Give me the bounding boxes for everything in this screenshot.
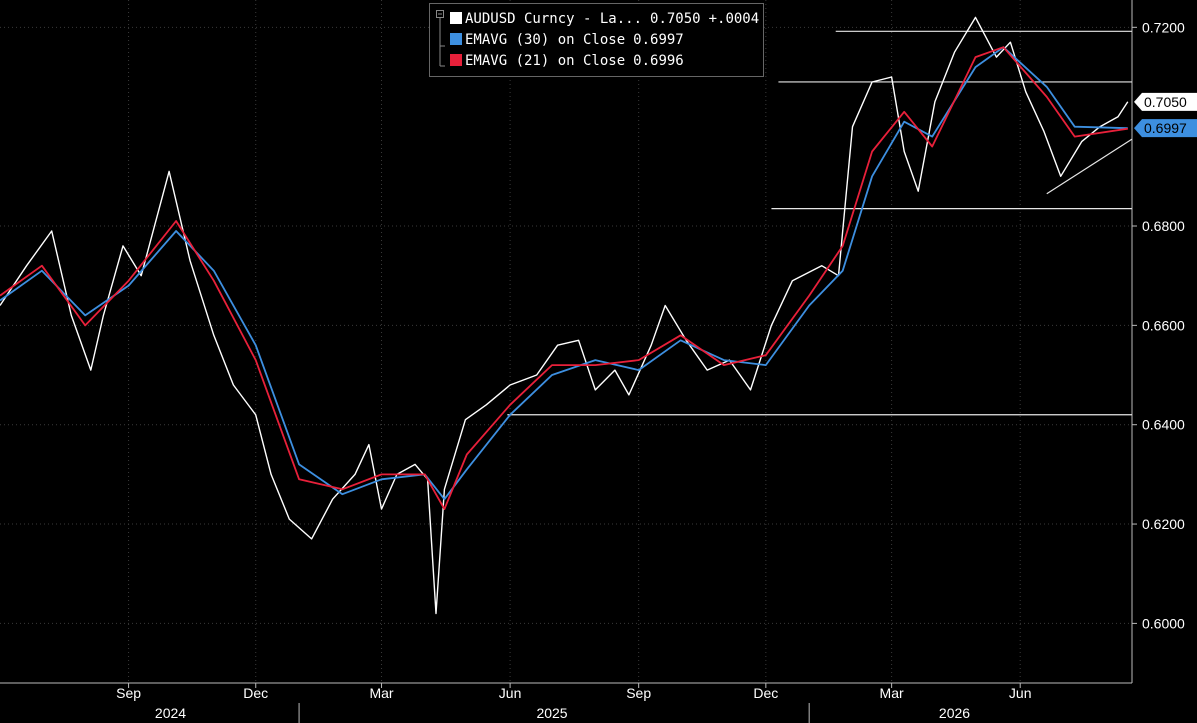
- x-tick-label-1: Dec: [243, 685, 268, 701]
- legend-value-ema21: 0.6996: [633, 53, 684, 69]
- x-tick-label-0: Sep: [116, 685, 141, 701]
- price-label-text-1: 0.6997: [1144, 120, 1187, 136]
- y-tick-label-3: 0.6400: [1142, 417, 1185, 433]
- y-tick-label-2: 0.6600: [1142, 317, 1185, 333]
- trendline-4: [1046, 138, 1133, 195]
- legend-swatch-ema21: [450, 54, 462, 66]
- series-line-1: [0, 46, 1128, 501]
- x-tick-label-4: Sep: [626, 685, 651, 701]
- x-tick-label-7: Jun: [1009, 685, 1032, 701]
- legend-name-audusd: AUDUSD Curncy - La...: [465, 11, 643, 27]
- legend-item-ema30[interactable]: EMAVG (30) on Close 0.6997: [450, 31, 684, 49]
- legend-name-ema30: EMAVG (30) on Close: [465, 32, 626, 48]
- price-label-1: 0.6997: [1134, 119, 1197, 138]
- x-tick-label-3: Jun: [499, 685, 522, 701]
- legend-value-audusd: 0.7050: [650, 11, 701, 27]
- x-tick-label-2: Mar: [369, 685, 393, 701]
- chart-series: [0, 16, 1129, 615]
- price-label-text-0: 0.7050: [1144, 94, 1187, 110]
- y-tick-label-0: 0.7200: [1142, 19, 1185, 35]
- legend-swatch-audusd: [450, 12, 462, 24]
- price-label-0: 0.7050: [1134, 92, 1197, 111]
- legend-item-ema21[interactable]: EMAVG (21) on Close 0.6996: [450, 52, 684, 70]
- year-label-2: 2026: [939, 705, 970, 721]
- x-tick-label-6: Mar: [880, 685, 904, 701]
- series-line-2: [0, 46, 1128, 510]
- y-tick-label-5: 0.6000: [1142, 615, 1185, 631]
- y-tick-label-4: 0.6200: [1142, 516, 1185, 532]
- chart-grid: [0, 0, 1133, 684]
- legend-change-audusd: +.0004: [708, 11, 760, 27]
- legend-name-ema21: EMAVG (21) on Close: [465, 53, 626, 69]
- chart-annotations: [507, 30, 1133, 416]
- legend-tree-icon[interactable]: [436, 10, 446, 70]
- price-chart: 0.7200 0.6800 0.6600 0.6400 0.6200 0.6000 Sep…: [0, 0, 1197, 723]
- legend-swatch-ema30: [450, 33, 462, 45]
- chart-legend[interactable]: AUDUSD Curncy - La... 0.7050 +.0004 EMAVG …: [429, 3, 764, 77]
- year-label-1: 2025: [536, 705, 567, 721]
- y-axis: 0.7200 0.6800 0.6600 0.6400 0.6200 0.6000: [1132, 19, 1185, 631]
- year-label-0: 2024: [155, 705, 186, 721]
- series-line-0: [0, 16, 1129, 615]
- legend-item-audusd[interactable]: AUDUSD Curncy - La... 0.7050 +.0004: [450, 10, 759, 28]
- price-labels: 0.7050 0.6997: [1134, 92, 1197, 138]
- x-axis: Sep Dec Mar Jun Sep Dec Mar Jun 2024 2025 2026: [116, 683, 1031, 723]
- x-tick-label-5: Dec: [753, 685, 778, 701]
- y-tick-label-1: 0.6800: [1142, 218, 1185, 234]
- legend-value-ema30: 0.6997: [633, 32, 684, 48]
